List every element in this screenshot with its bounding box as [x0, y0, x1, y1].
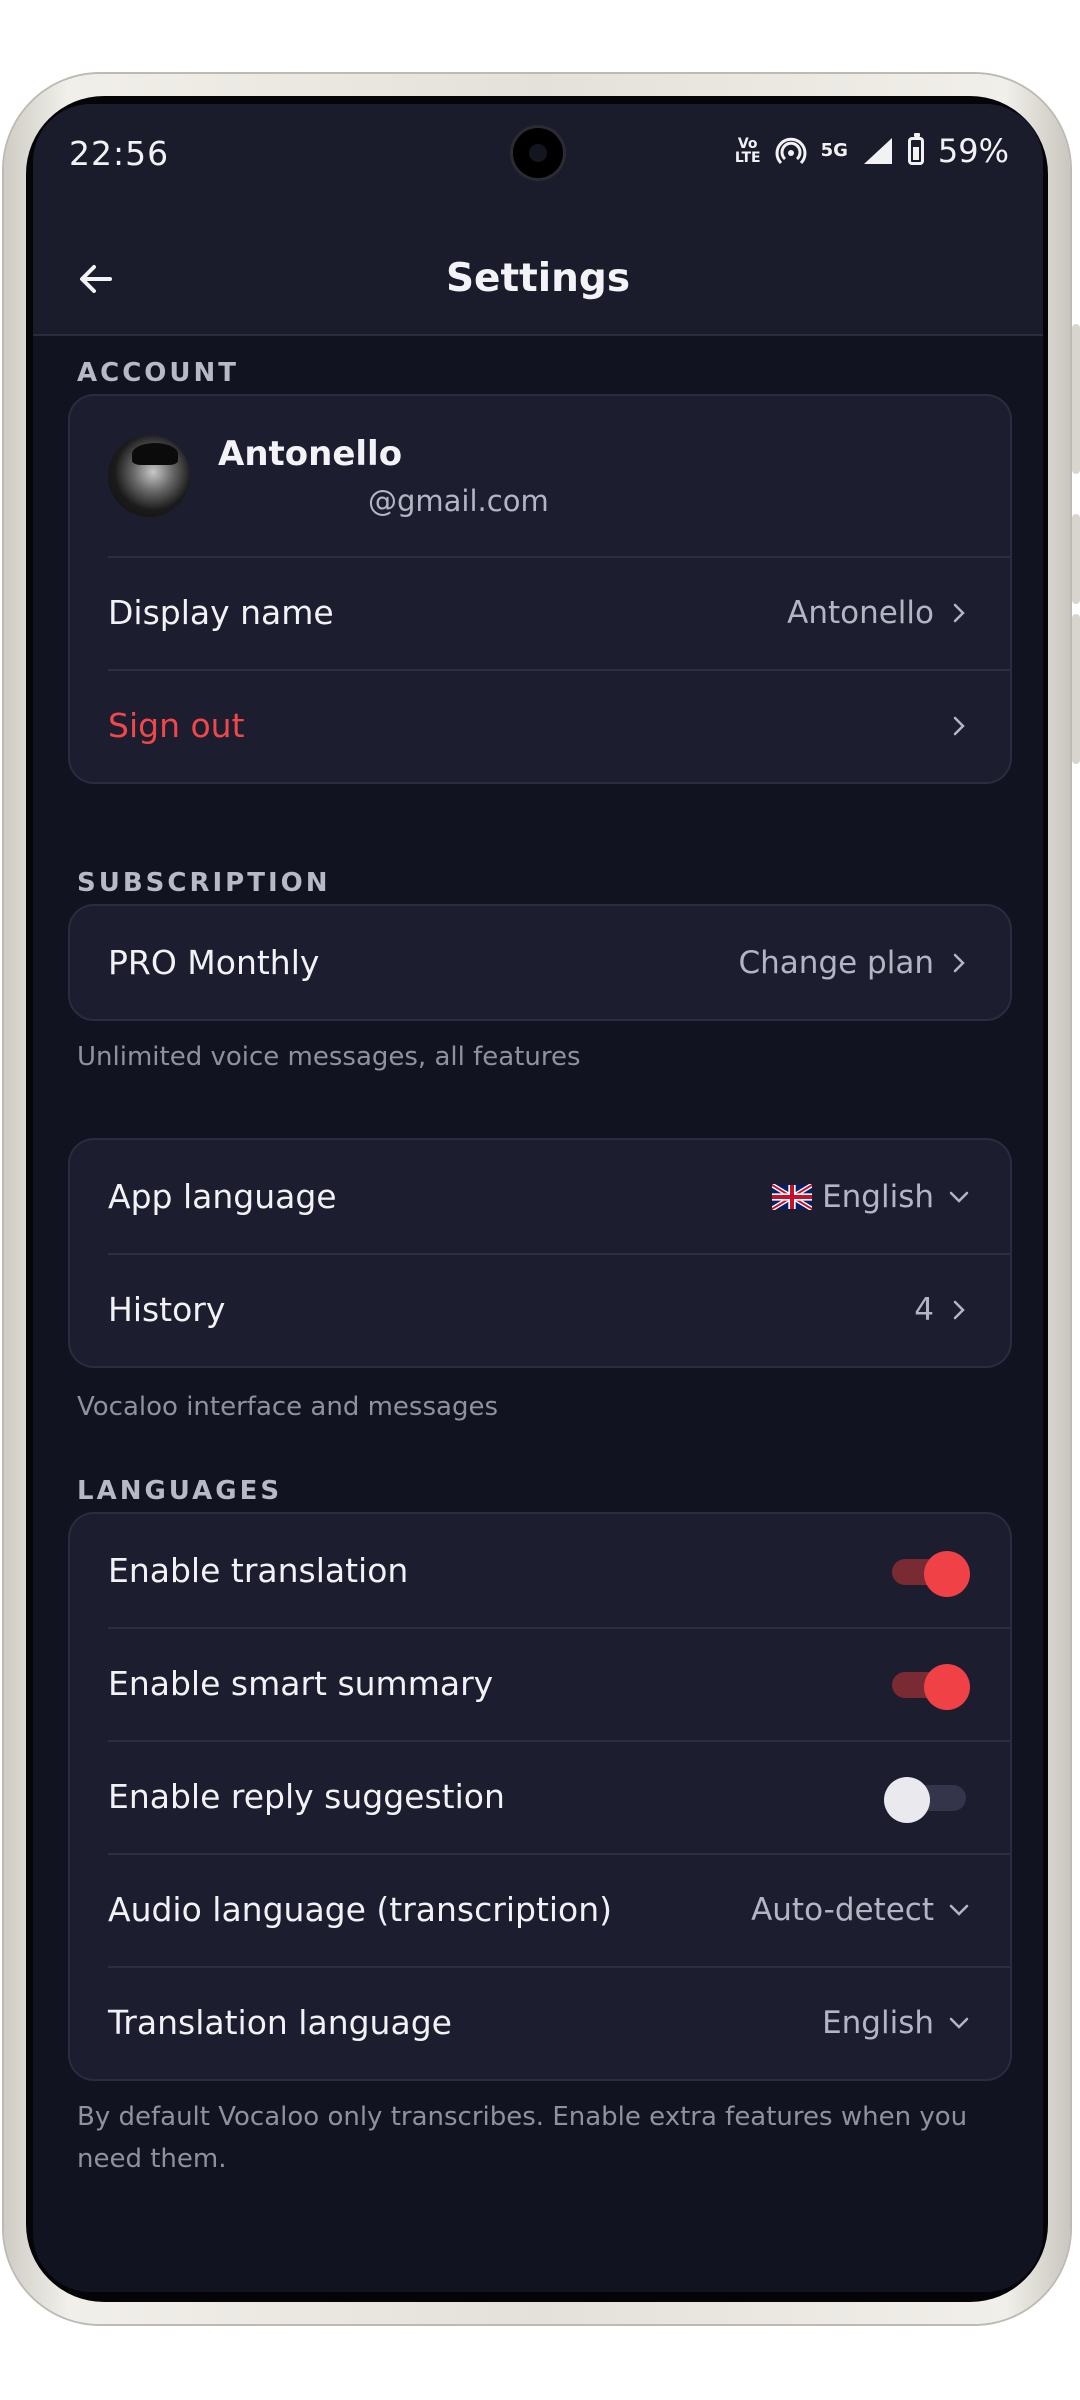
enable-reply-label: Enable reply suggestion: [108, 1777, 505, 1816]
display-name-label: Display name: [108, 593, 334, 632]
profile-row[interactable]: Antonello @gmail.com: [70, 396, 1010, 556]
battery-icon: [907, 133, 924, 165]
volte-top-label: Vo: [737, 136, 758, 152]
chevron-right-icon: [953, 1300, 965, 1319]
chevron-down-icon: [949, 2017, 969, 2029]
history-label: History: [108, 1290, 226, 1329]
audio-language-value: Auto-detect: [751, 1891, 934, 1928]
volte-icon: Vo LTE: [735, 137, 761, 165]
network-5g-label: 5G: [820, 140, 848, 161]
front-camera: [513, 128, 563, 178]
app-bar: Settings: [33, 224, 1043, 336]
signal-icon: [863, 138, 892, 164]
chevron-down-icon: [949, 1904, 969, 1916]
app-language-row[interactable]: App language English: [70, 1140, 1010, 1253]
translation-row: Enable translation: [70, 1514, 1010, 1627]
display-name-value: Antonello: [787, 594, 934, 631]
subscription-card: PRO Monthly Change plan: [68, 904, 1012, 1021]
volume-down-button: [1072, 614, 1080, 764]
account-card: Antonello @gmail.com Display name Antone…: [68, 394, 1012, 784]
battery-percentage: 59%: [937, 132, 1009, 170]
history-row[interactable]: History 4: [70, 1253, 1010, 1366]
summary-row: Enable smart summary: [70, 1627, 1010, 1740]
avatar: [108, 435, 190, 517]
general-note: Vocaloo interface and messages: [77, 1392, 499, 1422]
page-title: Settings: [445, 256, 631, 301]
status-bar: 22:56 Vo LTE 5G 59%: [33, 104, 1043, 224]
enable-summary-label: Enable smart summary: [108, 1664, 494, 1703]
status-time: 22:56: [69, 134, 170, 173]
change-plan-link: Change plan: [738, 944, 934, 981]
chevron-down-icon: [949, 1191, 969, 1203]
power-button: [1072, 324, 1080, 474]
chevron-right-icon: [953, 953, 965, 972]
app-language-label: App language: [108, 1177, 337, 1216]
subscription-note: Unlimited voice messages, all features: [77, 1042, 581, 1072]
plan-row[interactable]: PRO Monthly Change plan: [70, 906, 1010, 1019]
translation-toggle[interactable]: [884, 1549, 970, 1597]
chevron-right-icon: [953, 716, 965, 735]
languages-card: Enable translation Enable smart summary …: [68, 1512, 1012, 2081]
enable-translation-label: Enable translation: [108, 1551, 409, 1590]
status-icons: Vo LTE 5G 59%: [735, 132, 1009, 170]
summary-toggle[interactable]: [884, 1662, 970, 1710]
translation-language-value: English: [822, 2004, 934, 2041]
general-card: App language English History 4: [68, 1138, 1012, 1368]
reply-suggestion-toggle[interactable]: [884, 1775, 970, 1823]
sign-out-row[interactable]: Sign out: [70, 669, 1010, 782]
uk-flag-icon: [772, 1183, 813, 1210]
volte-bottom-label: LTE: [734, 150, 761, 166]
display-name-row[interactable]: Display name Antonello: [70, 556, 1010, 669]
audio-language-row[interactable]: Audio language (transcription) Auto-dete…: [70, 1853, 1010, 1966]
translation-language-label: Translation language: [108, 2003, 452, 2042]
sign-out-label: Sign out: [108, 706, 245, 745]
audio-language-label: Audio language (transcription): [108, 1890, 613, 1929]
section-label-account: ACCOUNT: [77, 358, 239, 388]
chevron-right-icon: [953, 603, 965, 622]
reply-suggestion-row: Enable reply suggestion: [70, 1740, 1010, 1853]
screen: 22:56 Vo LTE 5G 59% Settings ACCOUNT Ant…: [33, 104, 1043, 2292]
section-label-subscription: SUBSCRIPTION: [77, 868, 331, 898]
app-language-value: English: [822, 1178, 934, 1215]
languages-note: By default Vocaloo only transcribes. Ena…: [77, 2102, 968, 2174]
profile-name: Antonello: [218, 434, 403, 474]
profile-text: Antonello @gmail.com: [218, 434, 970, 518]
profile-email: @gmail.com: [368, 484, 549, 518]
hotspot-icon: [775, 137, 807, 165]
plan-label: PRO Monthly: [108, 943, 320, 982]
history-count: 4: [914, 1291, 934, 1328]
volume-up-button: [1072, 514, 1080, 604]
section-label-languages: LANGUAGES: [77, 1476, 283, 1506]
translation-language-row[interactable]: Translation language English: [70, 1966, 1010, 2079]
